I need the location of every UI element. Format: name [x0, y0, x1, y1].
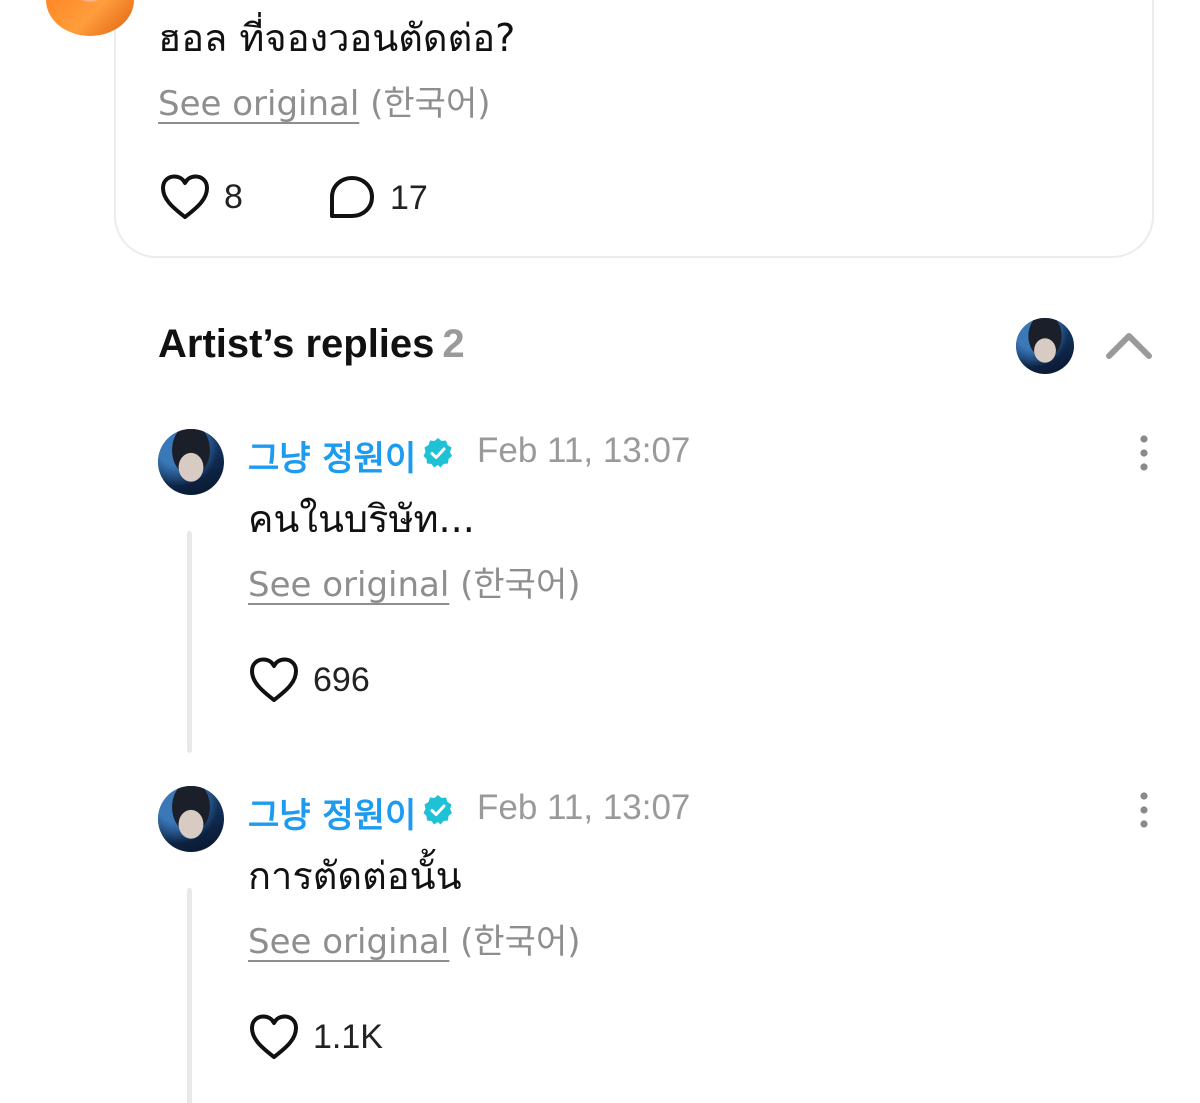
reply-date: Feb 11, 13:07: [477, 788, 691, 827]
original-language-label: (한국어): [460, 922, 581, 962]
reply-like-button[interactable]: 1.1K: [249, 1014, 383, 1060]
chevron-up-icon[interactable]: [1104, 326, 1154, 362]
see-original-link[interactable]: See original: [248, 565, 449, 605]
artist-avatar: [1016, 318, 1074, 374]
post-comment-count: 17: [390, 178, 428, 217]
heart-icon: [250, 657, 298, 702]
avatar[interactable]: [158, 429, 224, 495]
more-vertical-icon[interactable]: [1134, 790, 1154, 830]
reply-item: 그냥 정원이 Feb 11, 13:07 การตัดต่อนั้น See o…: [0, 786, 1200, 1103]
reply-like-count: 1.1K: [313, 1017, 383, 1056]
verified-badge-icon: [423, 438, 452, 468]
post-like-count: 8: [224, 177, 243, 216]
thread-line: [187, 888, 192, 1103]
avatar[interactable]: [158, 786, 224, 852]
see-original-link[interactable]: See original: [158, 84, 359, 124]
post-translation-row: See original (한국어): [158, 84, 491, 124]
verified-badge-icon: [423, 795, 452, 825]
comment-thread-page: ฮอล ที่จองวอนตัดต่อ? See original (한국어) …: [0, 0, 1200, 1103]
comment-bubble-icon: [330, 176, 374, 218]
reply-text: คนในบริษัท...: [248, 497, 475, 541]
heart-icon: [161, 174, 209, 219]
post-like-button[interactable]: 8: [160, 174, 243, 220]
reply-translation-row: See original (한국어): [248, 565, 581, 605]
reply-translation-row: See original (한국어): [248, 922, 581, 962]
original-language-label: (한국어): [460, 565, 581, 605]
original-language-label: (한국어): [370, 84, 491, 124]
reply-like-button[interactable]: 696: [249, 657, 370, 703]
heart-icon: [250, 1014, 298, 1059]
post-text: ฮอล ที่จองวอนตัดต่อ?: [158, 16, 516, 60]
more-vertical-icon[interactable]: [1134, 433, 1154, 473]
reply-author-name[interactable]: 그냥 정원이: [248, 431, 416, 480]
reply-like-count: 696: [313, 660, 370, 699]
thread-line: [187, 531, 192, 753]
see-original-link[interactable]: See original: [248, 922, 449, 962]
reply-date: Feb 11, 13:07: [477, 431, 691, 470]
artist-replies-heading: Artist’s replies 2: [158, 322, 465, 367]
reply-text: การตัดต่อนั้น: [248, 854, 462, 898]
artist-replies-count: 2: [442, 322, 465, 366]
post-comment-button[interactable]: 17: [328, 174, 428, 222]
reply-item: 그냥 정원이 Feb 11, 13:07 คนในบริษัท... See o…: [0, 429, 1200, 759]
artist-replies-title: Artist’s replies: [158, 322, 435, 366]
reply-author-name[interactable]: 그냥 정원이: [248, 788, 416, 837]
